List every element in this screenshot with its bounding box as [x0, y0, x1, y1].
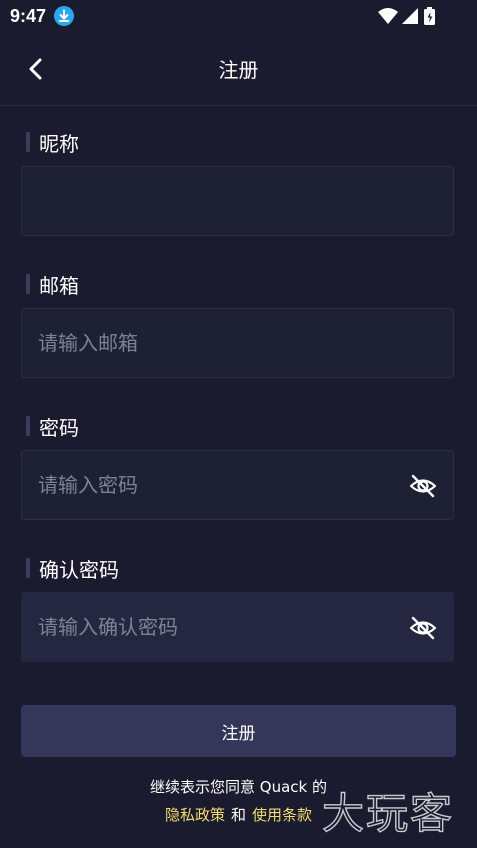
svg-text:大玩客: 大玩客	[322, 789, 454, 838]
register-button-label: 注册	[221, 723, 256, 744]
label-accent-bar	[26, 558, 30, 578]
status-time: 9:47	[10, 6, 47, 26]
signal-icon	[402, 8, 418, 24]
privacy-policy-link[interactable]: 隐私政策	[165, 806, 225, 824]
nickname-input[interactable]	[22, 167, 392, 235]
page-title: 注册	[218, 58, 259, 82]
confirm-password-label-row: 确认密码	[26, 556, 119, 582]
nickname-field[interactable]	[21, 166, 454, 236]
terms-of-use-link[interactable]: 使用条款	[252, 806, 312, 824]
password-field[interactable]	[21, 450, 454, 520]
label-accent-bar	[26, 132, 30, 152]
app-header: 注册	[0, 34, 477, 106]
email-input[interactable]	[22, 309, 392, 377]
email-field[interactable]	[21, 308, 454, 378]
watermark-logo: 大玩客	[322, 788, 454, 838]
register-button[interactable]: 注册	[21, 705, 456, 757]
eye-off-icon[interactable]	[409, 614, 437, 642]
password-input[interactable]	[22, 451, 392, 519]
wifi-icon	[378, 8, 398, 24]
status-icons	[378, 7, 435, 25]
label-accent-bar	[26, 274, 30, 294]
email-label-row: 邮箱	[26, 272, 79, 298]
eye-off-icon[interactable]	[409, 472, 437, 500]
confirm-password-field[interactable]	[21, 592, 454, 662]
nickname-label-row: 昵称	[26, 130, 79, 156]
confirm-password-label: 确认密码	[39, 557, 119, 582]
download-icon	[54, 6, 74, 26]
email-label: 邮箱	[39, 273, 79, 298]
label-accent-bar	[26, 416, 30, 436]
terms-and-text: 和	[230, 806, 246, 824]
confirm-password-input[interactable]	[22, 593, 392, 661]
password-label: 密码	[39, 415, 79, 440]
password-label-row: 密码	[26, 414, 79, 440]
battery-charging-icon	[424, 7, 435, 25]
status-bar: 9:47	[0, 0, 477, 34]
nickname-label: 昵称	[39, 131, 79, 156]
